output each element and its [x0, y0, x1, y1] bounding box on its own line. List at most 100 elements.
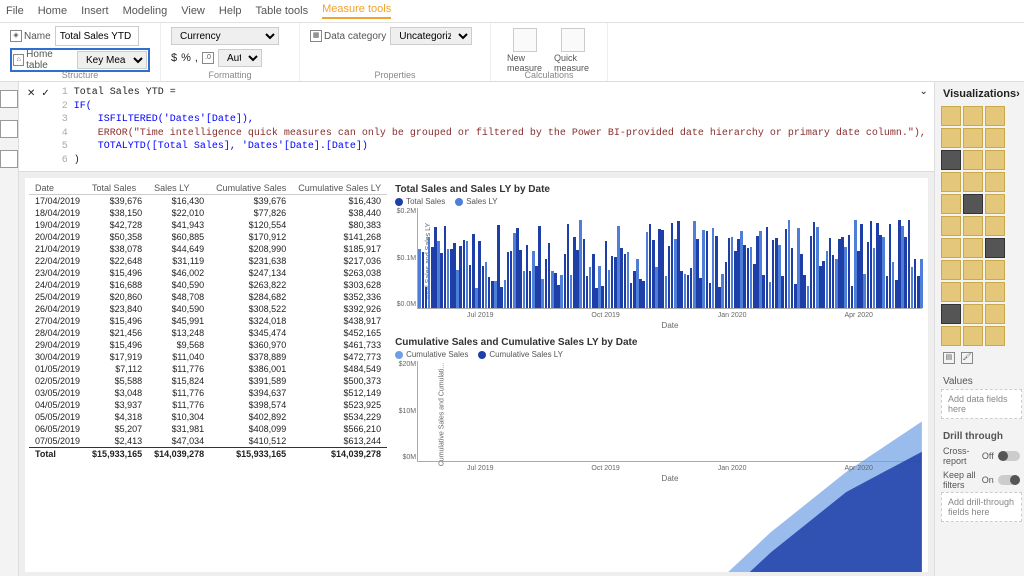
col-header[interactable]: Cumulative Sales LY — [292, 182, 387, 195]
report-view-icon[interactable] — [0, 90, 18, 108]
viz-type-icon[interactable] — [963, 172, 983, 192]
dax-code[interactable]: 1Total Sales YTD = 2IF( 3 ISFILTERED('Da… — [56, 86, 926, 167]
viz-type-icon[interactable] — [985, 172, 1005, 192]
viz-type-icon[interactable] — [963, 304, 983, 324]
tab-insert[interactable]: Insert — [81, 5, 109, 17]
drill-well[interactable]: Add drill-through fields here — [941, 492, 1022, 522]
cross-report-toggle[interactable] — [998, 451, 1020, 461]
viz-type-icon[interactable] — [985, 238, 1005, 258]
data-table[interactable]: DateTotal SalesSales LYCumulative SalesC… — [29, 182, 387, 568]
viz-type-icon[interactable] — [941, 282, 961, 302]
viz-type-icon[interactable] — [963, 282, 983, 302]
viz-type-icon[interactable] — [941, 304, 961, 324]
table-row[interactable]: 20/04/2019$50,358$60,885$170,912$141,268 — [29, 231, 387, 243]
viz-type-icon[interactable] — [985, 304, 1005, 324]
tab-table-tools[interactable]: Table tools — [256, 5, 309, 17]
viz-type-icon[interactable] — [985, 194, 1005, 214]
chart-cumulative[interactable]: Cumulative Sales and Cumulative Sales LY… — [393, 335, 924, 464]
viz-type-icon[interactable] — [985, 260, 1005, 280]
table-row[interactable]: 26/04/2019$23,840$40,590$308,522$392,926 — [29, 303, 387, 315]
group-calculations-label: Calculations — [491, 70, 607, 80]
cancel-icon[interactable]: ✕ — [27, 88, 35, 100]
viz-type-icon[interactable] — [963, 106, 983, 126]
viz-gallery[interactable] — [935, 106, 1024, 346]
decimals-select[interactable]: Auto — [218, 49, 262, 67]
viz-type-icon[interactable] — [941, 128, 961, 148]
viz-type-icon[interactable] — [985, 106, 1005, 126]
table-row[interactable]: 02/05/2019$5,588$15,824$391,589$500,373 — [29, 375, 387, 387]
table-row[interactable]: 24/04/2019$16,688$40,590$263,822$303,628 — [29, 279, 387, 291]
viz-type-icon[interactable] — [985, 128, 1005, 148]
col-header[interactable]: Cumulative Sales — [210, 182, 292, 195]
visualizations-panel: Visualizations› ▤🖌 Values Add data field… — [934, 82, 1024, 576]
viz-type-icon[interactable] — [985, 216, 1005, 236]
table-row[interactable]: 25/04/2019$20,860$48,708$284,682$352,336 — [29, 291, 387, 303]
name-label: Name — [24, 31, 51, 42]
keep-filters-toggle[interactable] — [998, 475, 1020, 485]
viz-type-icon[interactable] — [963, 326, 983, 346]
table-row[interactable]: 21/04/2019$38,078$44,649$208,990$185,917 — [29, 243, 387, 255]
data-view-icon[interactable] — [0, 120, 18, 138]
viz-type-icon[interactable] — [985, 282, 1005, 302]
table-row[interactable]: 03/05/2019$3,048$11,776$394,637$512,149 — [29, 387, 387, 399]
tab-help[interactable]: Help — [219, 5, 242, 17]
table-row[interactable]: 29/04/2019$15,496$9,568$360,970$461,733 — [29, 339, 387, 351]
viz-type-icon[interactable] — [985, 326, 1005, 346]
currency-icon[interactable]: $ — [171, 52, 177, 64]
viz-type-icon[interactable] — [963, 260, 983, 280]
chevron-right-icon[interactable]: › — [1016, 88, 1020, 100]
tab-file[interactable]: File — [6, 5, 24, 17]
table-row[interactable]: 22/04/2019$22,648$31,119$231,638$217,036 — [29, 255, 387, 267]
formula-bar[interactable]: ✕ ✓ 1Total Sales YTD = 2IF( 3 ISFILTERED… — [19, 82, 934, 172]
viz-type-icon[interactable] — [941, 150, 961, 170]
viz-type-icon[interactable] — [941, 216, 961, 236]
tab-view[interactable]: View — [181, 5, 205, 17]
viz-type-icon[interactable] — [963, 194, 983, 214]
viz-type-icon[interactable] — [963, 238, 983, 258]
chevron-down-icon[interactable]: ⌄ — [920, 86, 928, 98]
viz-type-icon[interactable] — [985, 150, 1005, 170]
table-row[interactable]: 18/04/2019$38,150$22,010$77,826$38,440 — [29, 207, 387, 219]
data-category-select[interactable]: Uncategorized — [390, 27, 472, 45]
fields-tab-icon[interactable]: ▤ — [943, 352, 955, 364]
col-header[interactable]: Date — [29, 182, 86, 195]
format-select[interactable]: Currency — [171, 27, 279, 45]
tab-modeling[interactable]: Modeling — [123, 5, 168, 17]
commit-icon[interactable]: ✓ — [41, 88, 49, 100]
measure-name-input[interactable] — [55, 26, 139, 46]
model-view-icon[interactable] — [0, 150, 18, 168]
table-row[interactable]: 05/05/2019$4,318$10,304$402,892$534,229 — [29, 411, 387, 423]
dot-icon — [395, 198, 403, 206]
table-row[interactable]: 06/05/2019$5,207$31,981$408,099$566,210 — [29, 423, 387, 435]
viz-type-icon[interactable] — [941, 260, 961, 280]
viz-type-icon[interactable] — [963, 150, 983, 170]
viz-type-icon[interactable] — [941, 172, 961, 192]
table-row[interactable]: 19/04/2019$42,728$41,943$120,554$80,383 — [29, 219, 387, 231]
table-row[interactable]: 01/05/2019$7,112$11,776$386,001$484,549 — [29, 363, 387, 375]
tab-measure-tools[interactable]: Measure tools — [322, 3, 391, 19]
col-header[interactable]: Sales LY — [148, 182, 210, 195]
table-row[interactable]: 04/05/2019$3,937$11,776$398,574$523,925 — [29, 399, 387, 411]
table-row[interactable]: 17/04/2019$39,676$16,430$39,676$16,430 — [29, 195, 387, 208]
viz-type-icon[interactable] — [941, 106, 961, 126]
table-row[interactable]: 07/05/2019$2,413$47,034$410,512$613,244 — [29, 435, 387, 448]
table-row[interactable]: 28/04/2019$21,456$13,248$345,474$452,165 — [29, 327, 387, 339]
tab-home[interactable]: Home — [38, 5, 67, 17]
home-table-select[interactable]: Key Measures — [77, 51, 147, 69]
table-row[interactable]: 30/04/2019$17,919$11,040$378,889$472,773 — [29, 351, 387, 363]
values-well[interactable]: Add data fields here — [941, 389, 1022, 419]
viz-type-icon[interactable] — [941, 326, 961, 346]
viz-type-icon[interactable] — [941, 194, 961, 214]
dot-icon — [478, 351, 486, 359]
col-header[interactable]: Total Sales — [86, 182, 148, 195]
viz-type-icon[interactable] — [941, 238, 961, 258]
percent-icon[interactable]: % — [181, 52, 191, 64]
table-row[interactable]: 23/04/2019$15,496$46,002$247,134$263,038 — [29, 267, 387, 279]
ribbon-tabs: File Home Insert Modeling View Help Tabl… — [0, 0, 1024, 23]
format-tab-icon[interactable]: 🖌 — [961, 352, 973, 364]
comma-icon[interactable]: , — [195, 52, 198, 64]
viz-type-icon[interactable] — [963, 128, 983, 148]
table-row[interactable]: 27/04/2019$15,496$45,991$324,018$438,917 — [29, 315, 387, 327]
chart-total-sales[interactable]: Total Sales and Sales LY by Date Total S… — [393, 182, 924, 311]
viz-type-icon[interactable] — [963, 216, 983, 236]
